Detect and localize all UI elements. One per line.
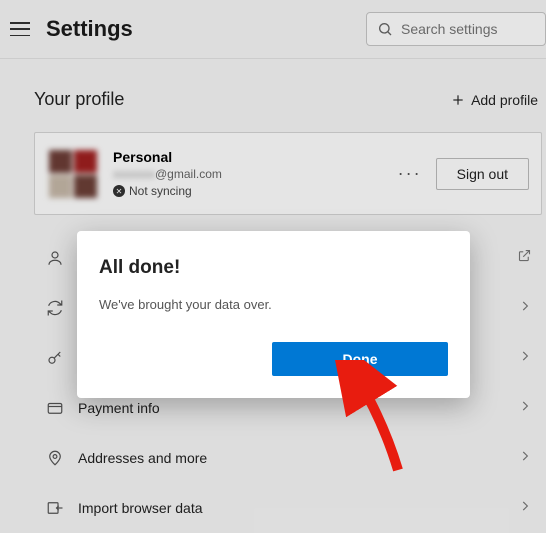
chevron-right-icon <box>518 399 532 418</box>
chevron-right-icon <box>518 349 532 368</box>
profile-info: Personal xxxxxxx@gmail.com ✕ Not syncing <box>113 149 384 198</box>
import-icon <box>42 499 68 517</box>
chevron-right-icon <box>518 299 532 318</box>
pin-icon <box>42 449 68 467</box>
avatar <box>49 150 97 198</box>
sync-icon <box>42 299 68 317</box>
sign-out-button[interactable]: Sign out <box>436 158 529 190</box>
row-addresses[interactable]: Addresses and more <box>34 433 544 483</box>
sync-status-label: Not syncing <box>129 184 192 198</box>
row-label: Payment info <box>78 400 518 416</box>
settings-page: Settings Your profile Add profile Person… <box>0 0 546 533</box>
profile-card: Personal xxxxxxx@gmail.com ✕ Not syncing… <box>34 132 542 215</box>
all-done-dialog: All done! We've brought your data over. … <box>77 231 470 398</box>
profile-section-title: Your profile <box>34 89 124 110</box>
row-label: Addresses and more <box>78 450 518 466</box>
chevron-right-icon <box>518 499 532 518</box>
add-profile-button[interactable]: Add profile <box>451 92 538 108</box>
row-label: Import browser data <box>78 500 518 516</box>
card-icon <box>42 399 68 417</box>
external-icon <box>517 248 532 268</box>
page-title: Settings <box>46 16 133 42</box>
dialog-title: All done! <box>99 257 448 279</box>
search-box[interactable] <box>366 12 546 46</box>
top-bar: Settings <box>0 0 546 59</box>
dialog-actions: Done <box>99 342 448 376</box>
profile-email: xxxxxxx@gmail.com <box>113 167 384 181</box>
add-profile-label: Add profile <box>471 92 538 108</box>
plus-icon <box>451 93 465 107</box>
profile-name: Personal <box>113 149 384 165</box>
profile-header: Your profile Add profile <box>34 89 544 110</box>
sync-status[interactable]: ✕ Not syncing <box>113 184 384 198</box>
search-input[interactable] <box>401 21 535 37</box>
sync-off-icon: ✕ <box>113 185 125 197</box>
dialog-body: We've brought your data over. <box>99 297 448 312</box>
search-icon <box>377 21 393 37</box>
chevron-right-icon <box>518 449 532 468</box>
menu-icon[interactable] <box>10 22 30 36</box>
done-button[interactable]: Done <box>272 342 448 376</box>
more-options-button[interactable]: ··· <box>384 163 436 184</box>
row-import[interactable]: Import browser data <box>34 483 544 533</box>
person-icon <box>42 249 68 267</box>
key-icon <box>42 349 68 367</box>
